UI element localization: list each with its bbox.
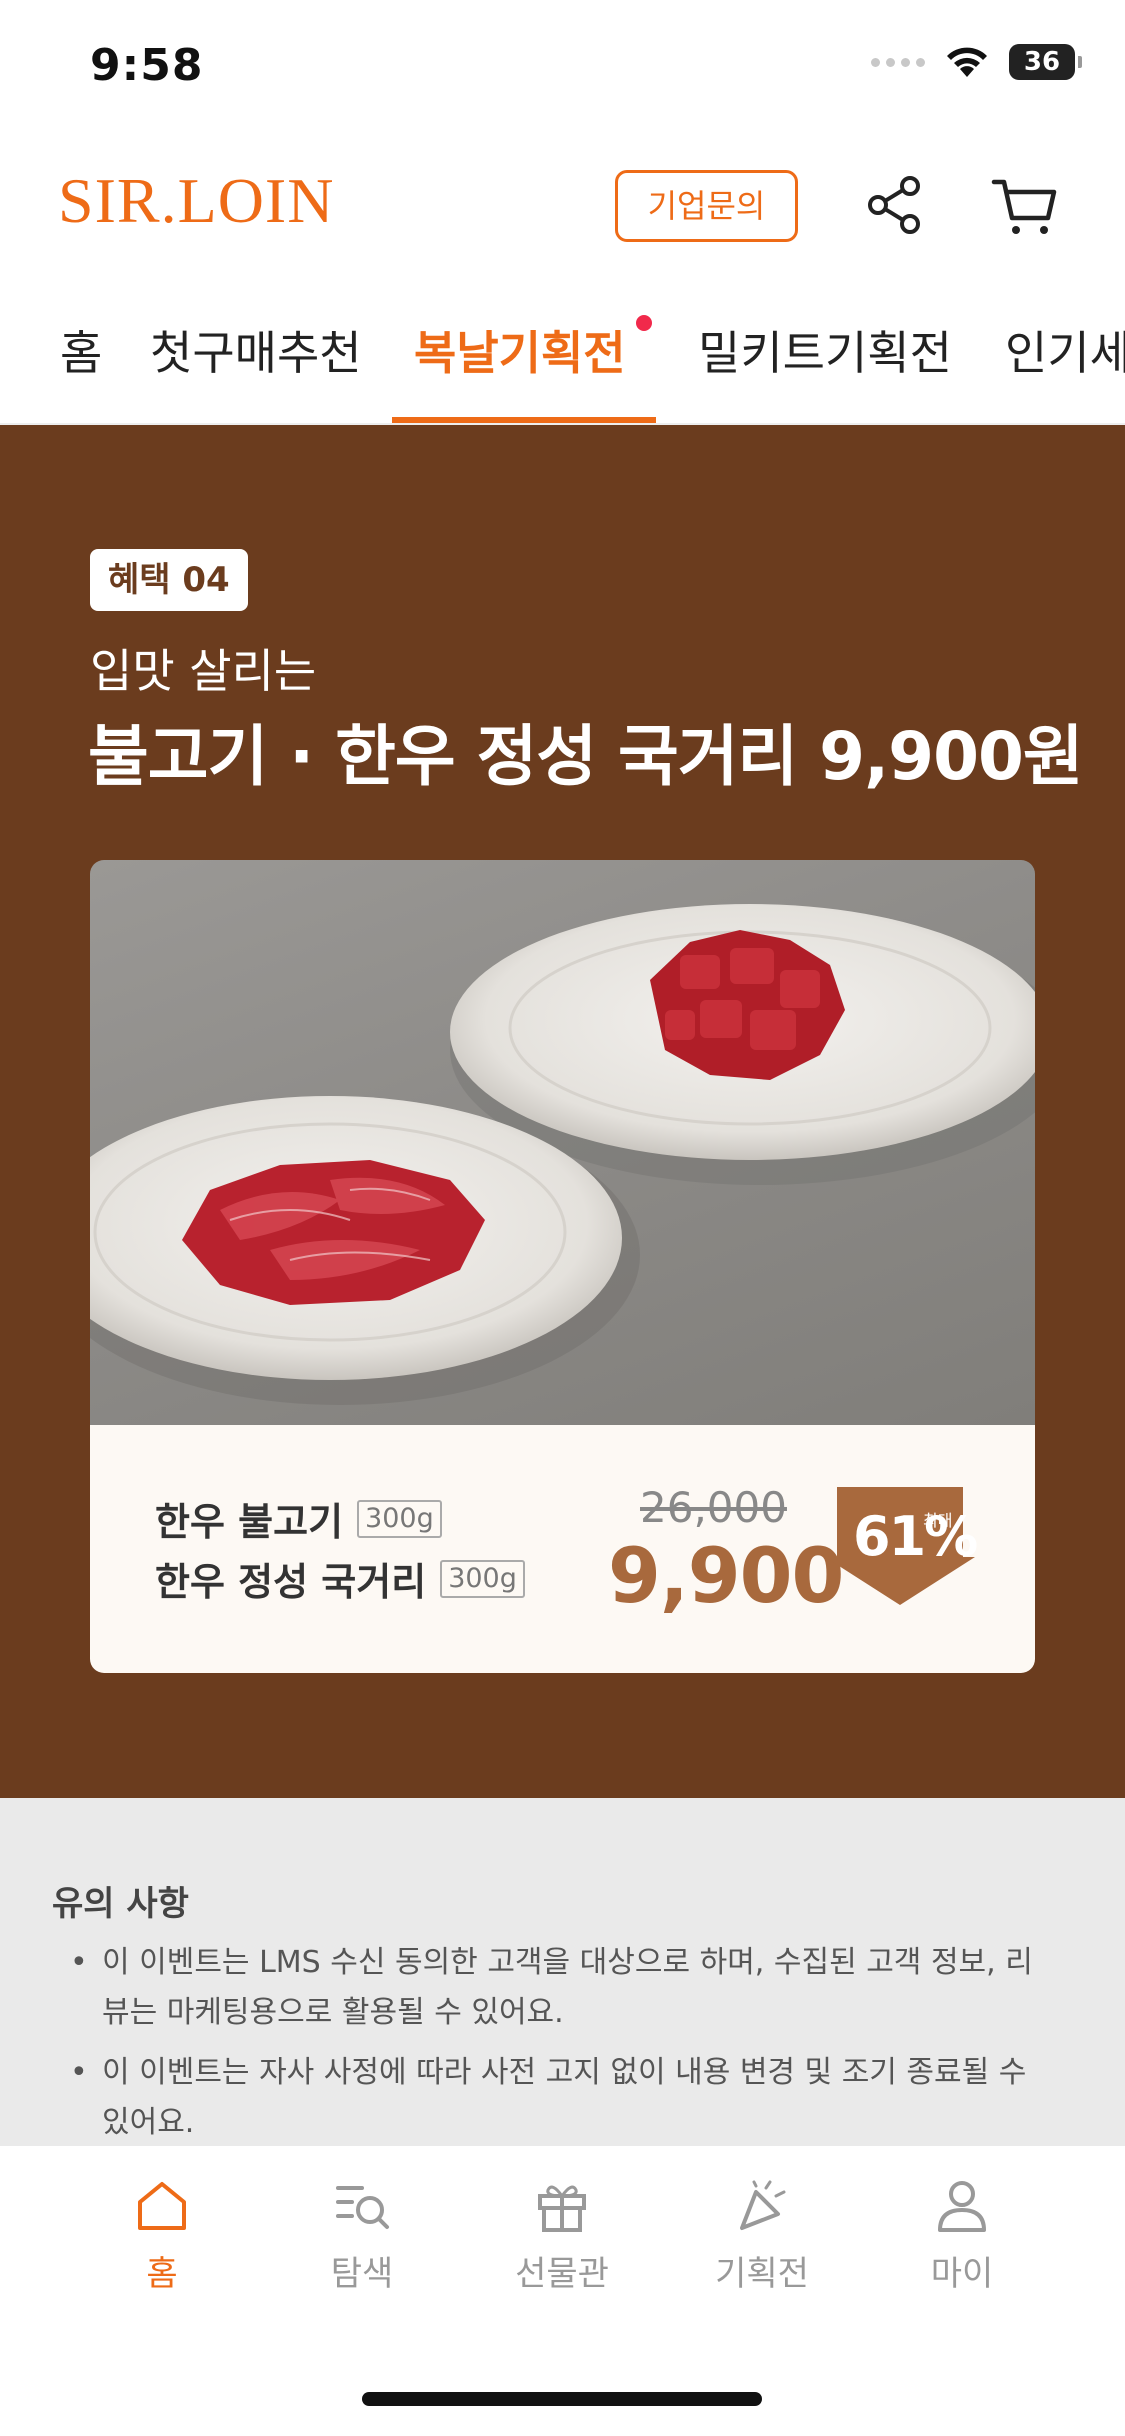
nav-home[interactable]: 홈	[62, 2176, 262, 2295]
item-name: 한우 정성 국거리	[155, 1560, 427, 1604]
notice-title: 유의 사항	[52, 1884, 189, 1924]
notice-item: 이 이벤트는 LMS 수신 동의한 고객을 대상으로 하며, 수집된 고객 정보…	[70, 1938, 1050, 2038]
item-weight-badge: 300g	[440, 1559, 525, 1598]
business-inquiry-button[interactable]: 기업문의	[615, 170, 798, 242]
category-tabs: 홈 첫구매추천 복날기획전 밀키트기획전 인기세	[0, 305, 1125, 425]
promo-title: 불고기 · 한우 정성 국거리 9,900원	[88, 718, 1084, 795]
promo-subtitle: 입맛 살리는	[90, 644, 317, 698]
tab-popular[interactable]: 인기세	[1005, 317, 1125, 423]
nav-my[interactable]: 마이	[862, 2176, 1062, 2295]
status-indicators: 36	[871, 44, 1082, 80]
status-time: 9:58	[90, 40, 204, 91]
nav-label: 홈	[146, 2254, 178, 2294]
item-name: 한우 불고기	[155, 1500, 344, 1544]
product-photo[interactable]	[90, 860, 1035, 1425]
tab-bokday-promo[interactable]: 복날기획전	[414, 317, 626, 423]
new-indicator-dot	[636, 315, 652, 331]
item-row: 한우 정성 국거리 300g	[155, 1551, 525, 1606]
party-icon	[740, 2180, 786, 2230]
active-tab-indicator	[392, 417, 656, 423]
notice-list: 이 이벤트는 LMS 수신 동의한 고객을 대상으로 하며, 수집된 고객 정보…	[70, 1938, 1050, 2158]
app-header: SIR.LOIN 기업문의	[0, 160, 1125, 250]
item-row: 한우 불고기 300g	[155, 1491, 442, 1546]
cellular-signal-icon	[871, 57, 925, 67]
nav-explore[interactable]: 탐색	[262, 2176, 462, 2295]
gift-icon	[538, 2185, 586, 2232]
benefit-badge: 혜택 04	[90, 549, 248, 611]
search-list-icon	[336, 2186, 389, 2229]
person-icon	[938, 2181, 986, 2232]
promo-section: 혜택 04 입맛 살리는 불고기 · 한우 정성 국거리 9,900원 한우 불…	[0, 425, 1125, 1798]
original-price: 26,000	[640, 1483, 787, 1532]
nav-label: 기획전	[715, 2254, 809, 2294]
tab-mealkit-promo[interactable]: 밀키트기획전	[698, 317, 952, 423]
cart-icon[interactable]	[990, 170, 1060, 240]
brand-logo[interactable]: SIR.LOIN	[58, 164, 334, 238]
notice-section: 유의 사항 이 이벤트는 LMS 수신 동의한 고객을 대상으로 하며, 수집된…	[0, 1798, 1125, 2146]
discount-percent: 61%	[853, 1505, 978, 1568]
share-icon[interactable]	[862, 172, 928, 238]
discount-badge: 61% 최대	[825, 1487, 978, 1605]
nav-label: 마이	[930, 2254, 994, 2294]
item-weight-badge: 300g	[357, 1499, 442, 1538]
notice-item: 이 이벤트는 자사 사정에 따라 사전 고지 없이 내용 변경 및 조기 종료될…	[70, 2048, 1050, 2148]
home-indicator	[362, 2392, 762, 2406]
nav-gift-shop[interactable]: 선물관	[462, 2176, 662, 2295]
price-card[interactable]: 한우 불고기 300g 한우 정성 국거리 300g 26,000 9,900 …	[90, 1425, 1035, 1673]
nav-promotions[interactable]: 기획전	[662, 2176, 862, 2295]
sale-price: 9,900	[608, 1531, 844, 1620]
wifi-icon	[947, 47, 987, 77]
discount-max-label: 최대	[923, 1511, 953, 1530]
status-bar: 9:58 36	[0, 0, 1125, 140]
nav-label: 선물관	[515, 2254, 609, 2294]
home-icon	[138, 2182, 186, 2230]
nav-label: 탐색	[330, 2254, 394, 2294]
battery-icon: 36	[1009, 44, 1082, 80]
tab-first-purchase[interactable]: 첫구매추천	[150, 317, 362, 423]
tab-home[interactable]: 홈	[60, 317, 102, 423]
